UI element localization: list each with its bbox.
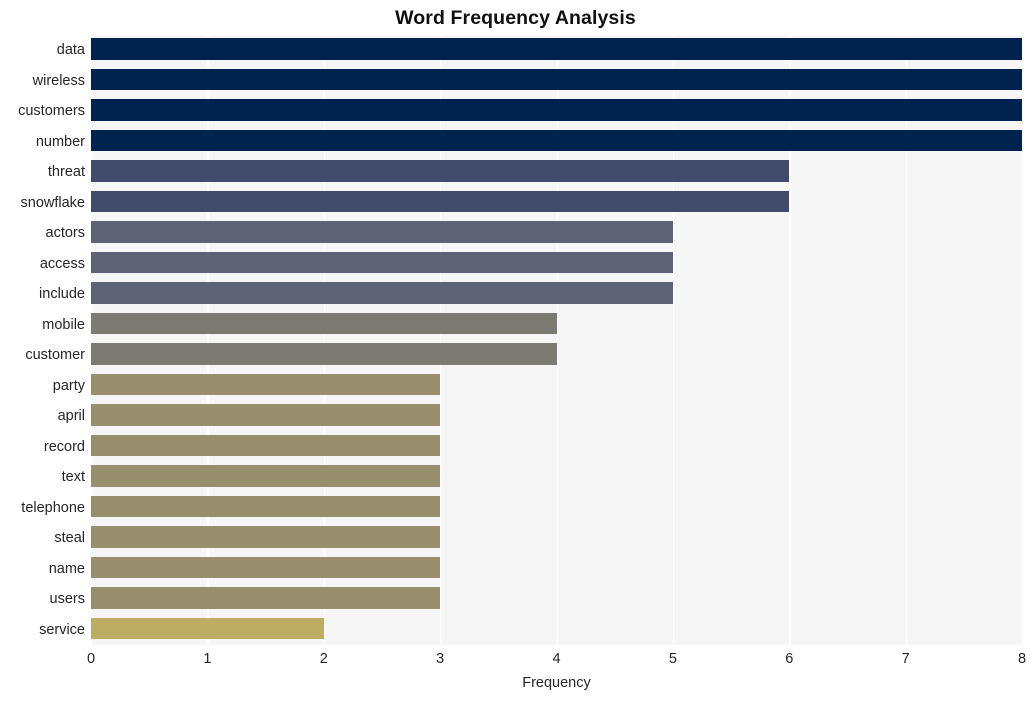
- bar-row: [91, 35, 1022, 66]
- x-tick-label-6: 6: [785, 651, 794, 667]
- y-axis-tick-labels: data wireless customers number threat snowfla…: [0, 35, 85, 645]
- bar-row: [91, 371, 1022, 402]
- y-tick-label-record: record: [43, 438, 85, 455]
- y-tick-label-wireless: wireless: [32, 72, 85, 89]
- chart-title: Word Frequency Analysis: [395, 7, 636, 29]
- word-frequency-chart: Word Frequency Analysis data wireless cust…: [0, 0, 1031, 701]
- y-tick-label-text: text: [61, 469, 85, 486]
- bar-record[interactable]: [91, 434, 441, 457]
- bar-row: [91, 96, 1022, 127]
- x-tick-label-1: 1: [203, 651, 212, 667]
- plot-area: [91, 35, 1024, 645]
- y-tick-label-actors: actors: [45, 225, 86, 242]
- y-tick-label-customer: customer: [25, 347, 85, 364]
- y-tick-label-include: include: [39, 286, 85, 303]
- bar-row: [91, 157, 1022, 188]
- y-tick-label-number: number: [35, 133, 85, 150]
- y-tick-label-snowflake: snowflake: [20, 194, 85, 211]
- y-tick-label-threat: threat: [47, 164, 85, 181]
- y-tick-label-access: access: [39, 255, 85, 272]
- bar-customer[interactable]: [91, 343, 557, 365]
- bar-service[interactable]: [91, 617, 324, 640]
- bar-include[interactable]: [91, 282, 673, 304]
- bar-row: [91, 188, 1022, 219]
- bar-steal[interactable]: [91, 526, 441, 548]
- x-tick-label-8: 8: [1017, 651, 1027, 667]
- y-tick-label-steal: steal: [54, 530, 85, 547]
- bar-row: [91, 340, 1022, 371]
- y-tick-label-april: april: [57, 408, 85, 425]
- bar-party[interactable]: [91, 373, 441, 396]
- bars-layer: [91, 35, 1022, 645]
- y-tick-label-name: name: [48, 560, 85, 577]
- x-tick-label-2: 2: [319, 651, 328, 667]
- bar-row: [91, 218, 1022, 249]
- bar-row: [91, 523, 1022, 554]
- bar-name[interactable]: [91, 556, 441, 579]
- x-axis-title: Frequency: [522, 675, 591, 691]
- bar-number[interactable]: [91, 129, 1022, 152]
- y-tick-label-party: party: [52, 377, 85, 394]
- bar-actors[interactable]: [91, 221, 673, 243]
- bar-wireless[interactable]: [91, 68, 1022, 91]
- x-tick-label-7: 7: [901, 651, 910, 667]
- bar-row: [91, 554, 1022, 585]
- x-tick-label-4: 4: [552, 651, 561, 667]
- bar-row: [91, 279, 1022, 310]
- x-axis-tick-labels: 0 1 2 3 4 5 6 7 8: [87, 650, 1026, 672]
- bar-row: [91, 462, 1022, 493]
- bar-row: [91, 615, 1022, 646]
- bar-access[interactable]: [91, 251, 673, 274]
- y-tick-label-service: service: [39, 621, 85, 638]
- x-tick-label-3: 3: [436, 651, 445, 667]
- bar-row: [91, 584, 1022, 615]
- x-tick-label-0: 0: [86, 651, 96, 667]
- bar-text[interactable]: [91, 465, 441, 487]
- bar-row: [91, 249, 1022, 280]
- bar-mobile[interactable]: [91, 312, 557, 335]
- bar-snowflake[interactable]: [91, 190, 790, 213]
- y-tick-label-users: users: [49, 591, 85, 608]
- bar-row: [91, 493, 1022, 524]
- bar-telephone[interactable]: [91, 495, 441, 518]
- bar-threat[interactable]: [91, 160, 790, 182]
- gridline-x-8: [1022, 35, 1024, 645]
- bar-users[interactable]: [91, 587, 441, 609]
- bar-data[interactable]: [91, 38, 1022, 60]
- bar-row: [91, 432, 1022, 463]
- bar-april[interactable]: [91, 404, 441, 426]
- bar-row: [91, 310, 1022, 341]
- y-tick-label-mobile: mobile: [42, 316, 85, 333]
- x-tick-label-5: 5: [668, 651, 677, 667]
- bar-row: [91, 401, 1022, 432]
- y-tick-label-telephone: telephone: [21, 499, 85, 516]
- bar-row: [91, 127, 1022, 158]
- y-tick-label-customers: customers: [18, 103, 85, 120]
- bar-row: [91, 66, 1022, 97]
- y-tick-label-data: data: [56, 42, 85, 59]
- bar-customers[interactable]: [91, 99, 1022, 121]
